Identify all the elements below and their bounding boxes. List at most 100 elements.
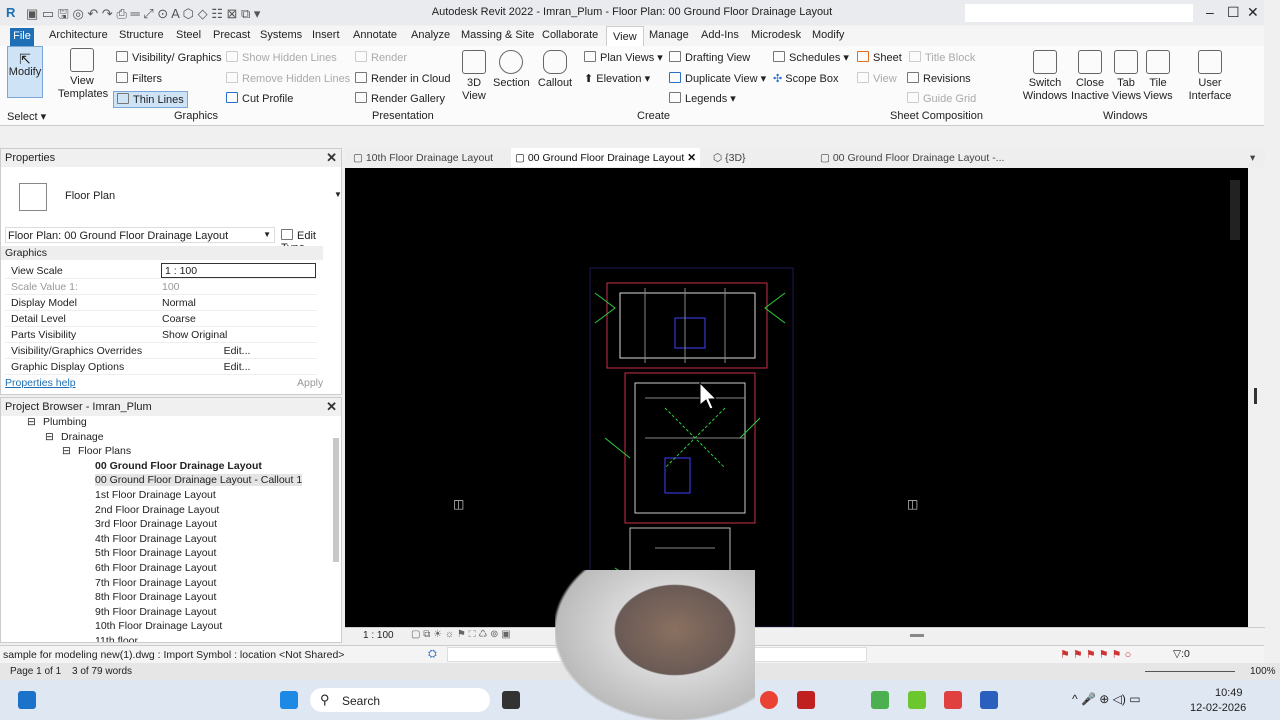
- minimize-button[interactable]: –: [1206, 4, 1214, 20]
- tab-manage[interactable]: Manage: [649, 29, 689, 41]
- property-row[interactable]: Detail Level Coarse: [5, 311, 317, 327]
- instance-filter-dropdown[interactable]: Floor Plan: 00 Ground Floor Drainage Lay…: [5, 227, 275, 243]
- tray-icons[interactable]: ^ 🎤 ⊕ ◁) ▭: [1072, 692, 1141, 706]
- properties-help-link[interactable]: Properties help: [5, 377, 76, 389]
- thin-lines-button[interactable]: Thin Lines: [113, 91, 188, 108]
- view-templates-button[interactable]: View Templates: [58, 48, 108, 101]
- close-icon[interactable]: ✕: [687, 152, 696, 164]
- browser-item[interactable]: 4th Floor Drainage Layout: [95, 533, 216, 545]
- view-control-icons[interactable]: ▢ ⧉ ☀ ☼ ⚑ ⛶ ♺ ⊚ ▣: [411, 629, 511, 640]
- browser-item[interactable]: Floor Plans: [78, 445, 131, 457]
- render-gallery-button[interactable]: Render Gallery: [355, 92, 445, 105]
- tab-view[interactable]: View: [606, 26, 644, 46]
- task-view-icon[interactable]: [502, 691, 520, 709]
- browser-item[interactable]: 10th Floor Drainage Layout: [95, 620, 222, 632]
- tab-systems[interactable]: Systems: [260, 29, 302, 41]
- browser-item[interactable]: 1st Floor Drainage Layout: [95, 489, 216, 501]
- property-value[interactable]: Normal: [162, 297, 196, 309]
- browser-item[interactable]: 9th Floor Drainage Layout: [95, 606, 216, 618]
- select-dropdown[interactable]: Select ▾: [7, 110, 46, 123]
- drafting-view-button[interactable]: Drafting View: [669, 51, 750, 64]
- maximize-button[interactable]: ☐: [1227, 4, 1240, 21]
- tab-architecture[interactable]: Architecture: [49, 29, 108, 41]
- render-button[interactable]: Render: [355, 51, 407, 64]
- tab-collaborate[interactable]: Collaborate: [542, 29, 598, 41]
- property-value[interactable]: Coarse: [162, 313, 196, 325]
- zoom-slider[interactable]: [1145, 671, 1235, 672]
- collapse-icon[interactable]: ⊟: [62, 445, 71, 457]
- windows-start-icon[interactable]: [280, 691, 298, 709]
- property-value[interactable]: Edit...: [162, 361, 312, 373]
- property-value[interactable]: Edit...: [162, 345, 312, 357]
- view-tab-ground-floor-callout[interactable]: ▢ 00 Ground Floor Drainage Layout -...: [820, 152, 1004, 164]
- view-scale-button[interactable]: 1 : 100: [363, 630, 394, 641]
- filter-count[interactable]: ▽:0: [1173, 648, 1190, 660]
- tab-insert[interactable]: Insert: [312, 29, 340, 41]
- close-icon[interactable]: ✕: [326, 150, 337, 166]
- browser-item[interactable]: 00 Ground Floor Drainage Layout - Callou…: [95, 474, 303, 487]
- collapse-icon[interactable]: ⊟: [45, 431, 54, 443]
- camtasia-red-icon[interactable]: [944, 691, 962, 709]
- property-value[interactable]: Show Original: [162, 329, 227, 341]
- property-row[interactable]: Display Model Normal: [5, 295, 317, 311]
- property-value[interactable]: 1 : 100: [161, 263, 316, 278]
- view-tab-ground-floor-active[interactable]: ▢ 00 Ground Floor Drainage Layout ✕: [511, 148, 701, 167]
- app-icon[interactable]: [797, 691, 815, 709]
- guide-grid-button[interactable]: Guide Grid: [907, 92, 976, 105]
- tab-massing-site[interactable]: Massing & Site: [461, 29, 534, 41]
- 3d-view-button[interactable]: 3D View: [458, 50, 490, 103]
- sheet-button[interactable]: Sheet: [857, 51, 902, 64]
- browser-scrollbar[interactable]: [333, 438, 339, 562]
- chrome-icon[interactable]: [760, 691, 778, 709]
- tab-annotate[interactable]: Annotate: [353, 29, 397, 41]
- graphics-section-header[interactable]: Graphics: [1, 246, 323, 260]
- apply-button[interactable]: Apply: [297, 377, 323, 389]
- browser-item[interactable]: 8th Floor Drainage Layout: [95, 591, 216, 603]
- collapse-icon[interactable]: ⊟: [27, 416, 36, 428]
- tab-add-ins[interactable]: Add-Ins: [701, 29, 739, 41]
- property-row[interactable]: Graphic Display Options Edit...: [5, 359, 317, 375]
- modify-button[interactable]: ⇱ Modify: [7, 46, 43, 98]
- tab-modify[interactable]: Modify: [812, 29, 844, 41]
- schedules-button[interactable]: Schedules ▾: [773, 51, 849, 64]
- browser-item[interactable]: 7th Floor Drainage Layout: [95, 577, 216, 589]
- close-icon[interactable]: ✕: [326, 399, 337, 415]
- browser-item[interactable]: 6th Floor Drainage Layout: [95, 562, 216, 574]
- tab-structure[interactable]: Structure: [119, 29, 164, 41]
- word-icon[interactable]: [980, 691, 998, 709]
- selection-toggle-icons[interactable]: ⚑ ⚑ ⚑ ⚑ ⚑ ○: [1060, 648, 1131, 661]
- duplicate-view-button[interactable]: Duplicate View ▾: [669, 72, 766, 85]
- scope-box-button[interactable]: ✣ Scope Box: [773, 72, 838, 85]
- visibility-graphics-button[interactable]: Visibility/ Graphics: [116, 51, 222, 64]
- tile-views-button[interactable]: Tile Views: [1143, 50, 1173, 103]
- camtasia-green-icon[interactable]: [908, 691, 926, 709]
- switch-windows-button[interactable]: Switch Windows: [1022, 50, 1068, 103]
- taskbar-search[interactable]: ⚲ Search: [310, 688, 490, 712]
- remove-hidden-lines-button[interactable]: Remove Hidden Lines: [226, 72, 350, 85]
- property-row[interactable]: Visibility/Graphics Overrides Edit...: [5, 343, 317, 359]
- browser-item[interactable]: 5th Floor Drainage Layout: [95, 547, 216, 559]
- title-block-button[interactable]: Title Block: [909, 51, 975, 64]
- browser-item[interactable]: Drainage: [61, 431, 104, 443]
- close-inactive-button[interactable]: Close Inactive: [1070, 50, 1110, 103]
- elevation-button[interactable]: ⬆ Elevation ▾: [584, 72, 650, 85]
- tab-precast[interactable]: Precast: [213, 29, 250, 41]
- drawing-canvas[interactable]: ◫ ◫: [345, 168, 1248, 627]
- sheet-view-button[interactable]: View: [857, 72, 897, 85]
- filters-button[interactable]: Filters: [116, 72, 162, 85]
- h-app-icon[interactable]: [871, 691, 889, 709]
- revisions-button[interactable]: Revisions: [907, 72, 971, 85]
- browser-item[interactable]: Plumbing: [43, 416, 87, 428]
- search-input[interactable]: [965, 4, 1193, 22]
- worksets-icon[interactable]: ⛭: [428, 648, 437, 661]
- cut-profile-button[interactable]: Cut Profile: [226, 92, 293, 105]
- property-row[interactable]: Scale Value 1: 100: [5, 279, 317, 295]
- widgets-icon[interactable]: [18, 691, 36, 709]
- callout-button[interactable]: Callout: [537, 50, 573, 90]
- tab-steel[interactable]: Steel: [176, 29, 201, 41]
- property-row[interactable]: View Scale 1 : 100: [5, 263, 317, 279]
- legends-button[interactable]: Legends ▾: [669, 92, 736, 105]
- user-interface-button[interactable]: User Interface: [1186, 50, 1234, 103]
- tab-microdesk[interactable]: Microdesk: [751, 29, 801, 41]
- show-hidden-lines-button[interactable]: Show Hidden Lines: [226, 51, 337, 64]
